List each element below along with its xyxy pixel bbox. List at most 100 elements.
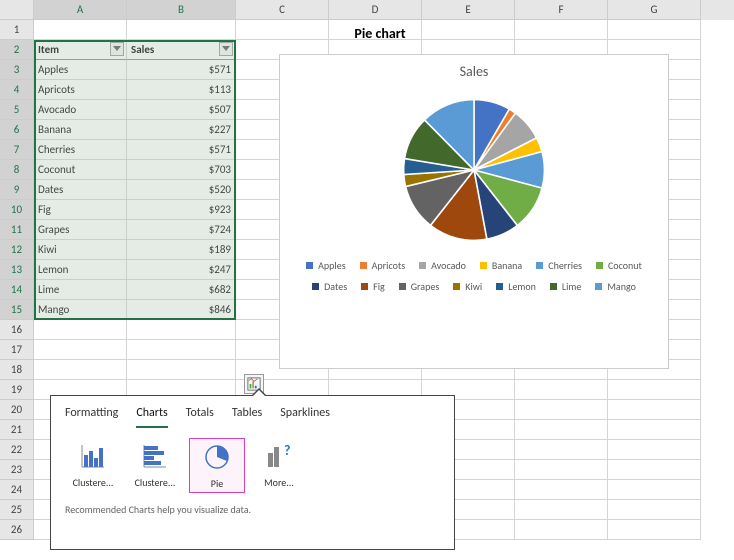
cell-B14[interactable]: $682	[127, 280, 236, 300]
cell-G21[interactable]	[608, 420, 701, 440]
row-header-7[interactable]: 7	[0, 140, 34, 160]
cell-B1[interactable]	[127, 20, 236, 40]
row-header-15[interactable]: 15	[0, 300, 34, 320]
row-header-12[interactable]: 12	[0, 240, 34, 260]
legend-item-coconut[interactable]: Coconut	[596, 259, 642, 272]
cell-G19[interactable]	[608, 380, 701, 400]
col-header-F[interactable]: F	[515, 0, 608, 20]
row-header-14[interactable]: 14	[0, 280, 34, 300]
row-header-26[interactable]: 26	[0, 520, 34, 540]
filter-button-sales[interactable]	[219, 42, 233, 56]
legend-item-lime[interactable]: Lime	[550, 280, 581, 293]
row-header-22[interactable]: 22	[0, 440, 34, 460]
row-header-5[interactable]: 5	[0, 100, 34, 120]
cell-B10[interactable]: $923	[127, 200, 236, 220]
cell-F20[interactable]	[515, 400, 608, 420]
cell-B5[interactable]: $507	[127, 100, 236, 120]
cell-B11[interactable]: $724	[127, 220, 236, 240]
pie-chart-plot[interactable]	[394, 90, 554, 250]
col-header-G[interactable]: G	[608, 0, 701, 20]
cell-G20[interactable]	[608, 400, 701, 420]
cell-F24[interactable]	[515, 480, 608, 500]
row-header-17[interactable]: 17	[0, 340, 34, 360]
cell-A2[interactable]: Item	[34, 40, 127, 60]
qa-tab-charts[interactable]: Charts	[136, 406, 167, 428]
qa-item-more[interactable]: ? More...	[251, 438, 307, 493]
row-header-1[interactable]: 1	[0, 20, 34, 40]
col-header-D[interactable]: D	[329, 0, 422, 20]
cell-F1[interactable]	[515, 20, 608, 40]
qa-item-pie[interactable]: Pie	[189, 438, 245, 493]
cell-A9[interactable]: Dates	[34, 180, 127, 200]
row-header-4[interactable]: 4	[0, 80, 34, 100]
col-header-A[interactable]: A	[34, 0, 127, 20]
legend-item-dates[interactable]: Dates	[312, 280, 347, 293]
col-header-B[interactable]: B	[127, 0, 236, 20]
cell-A7[interactable]: Cherries	[34, 140, 127, 160]
cell-B3[interactable]: $571	[127, 60, 236, 80]
row-header-18[interactable]: 18	[0, 360, 34, 380]
qa-tab-totals[interactable]: Totals	[186, 406, 214, 428]
legend-item-mango[interactable]: Mango	[595, 280, 636, 293]
row-header-19[interactable]: 19	[0, 380, 34, 400]
cell-G23[interactable]	[608, 460, 701, 480]
legend-item-lemon[interactable]: Lemon	[496, 280, 536, 293]
cell-F19[interactable]	[515, 380, 608, 400]
cell-A3[interactable]: Apples	[34, 60, 127, 80]
qa-item-clustered-column[interactable]: Clustere...	[65, 438, 121, 493]
cell-A16[interactable]	[34, 320, 127, 340]
cell-A5[interactable]: Avocado	[34, 100, 127, 120]
chart-legend[interactable]: ApplesApricotsAvocadoBananaCherriesCocon…	[280, 250, 668, 296]
row-header-6[interactable]: 6	[0, 120, 34, 140]
embedded-chart[interactable]: Sales ApplesApricotsAvocadoBananaCherrie…	[279, 54, 669, 369]
cell-B12[interactable]: $189	[127, 240, 236, 260]
cell-G25[interactable]	[608, 500, 701, 520]
qa-item-clustered-bar[interactable]: Clustere...	[127, 438, 183, 493]
legend-item-grapes[interactable]: Grapes	[399, 280, 440, 293]
cell-F21[interactable]	[515, 420, 608, 440]
row-header-8[interactable]: 8	[0, 160, 34, 180]
cell-B16[interactable]	[127, 320, 236, 340]
row-header-11[interactable]: 11	[0, 220, 34, 240]
row-header-13[interactable]: 13	[0, 260, 34, 280]
chart-title[interactable]: Sales	[280, 63, 668, 80]
row-header-24[interactable]: 24	[0, 480, 34, 500]
cell-F25[interactable]	[515, 500, 608, 520]
cell-G26[interactable]	[608, 520, 701, 540]
qa-tab-sparklines[interactable]: Sparklines	[280, 406, 330, 428]
row-header-20[interactable]: 20	[0, 400, 34, 420]
cell-B8[interactable]: $703	[127, 160, 236, 180]
legend-item-apples[interactable]: Apples	[306, 259, 345, 272]
filter-button-item[interactable]	[110, 42, 124, 56]
row-header-21[interactable]: 21	[0, 420, 34, 440]
legend-item-fig[interactable]: Fig	[361, 280, 385, 293]
row-header-10[interactable]: 10	[0, 200, 34, 220]
col-header-C[interactable]: C	[236, 0, 329, 20]
cell-A6[interactable]: Banana	[34, 120, 127, 140]
row-header-25[interactable]: 25	[0, 500, 34, 520]
cell-B13[interactable]: $247	[127, 260, 236, 280]
cell-A8[interactable]: Coconut	[34, 160, 127, 180]
row-header-2[interactable]: 2	[0, 40, 34, 60]
select-all-corner[interactable]	[0, 0, 34, 20]
row-header-23[interactable]: 23	[0, 460, 34, 480]
cell-B17[interactable]	[127, 340, 236, 360]
cell-A15[interactable]: Mango	[34, 300, 127, 320]
cell-B4[interactable]: $113	[127, 80, 236, 100]
row-header-16[interactable]: 16	[0, 320, 34, 340]
legend-item-banana[interactable]: Banana	[480, 259, 522, 272]
cell-G24[interactable]	[608, 480, 701, 500]
legend-item-kiwi[interactable]: Kiwi	[453, 280, 482, 293]
qa-tab-formatting[interactable]: Formatting	[65, 406, 118, 428]
qa-tab-tables[interactable]: Tables	[232, 406, 262, 428]
cell-B2[interactable]: Sales	[127, 40, 236, 60]
cell-F26[interactable]	[515, 520, 608, 540]
cell-A17[interactable]	[34, 340, 127, 360]
row-header-9[interactable]: 9	[0, 180, 34, 200]
legend-item-cherries[interactable]: Cherries	[536, 259, 582, 272]
cell-B6[interactable]: $227	[127, 120, 236, 140]
legend-item-avocado[interactable]: Avocado	[419, 259, 466, 272]
row-header-3[interactable]: 3	[0, 60, 34, 80]
cell-B18[interactable]	[127, 360, 236, 380]
cell-A11[interactable]: Grapes	[34, 220, 127, 240]
